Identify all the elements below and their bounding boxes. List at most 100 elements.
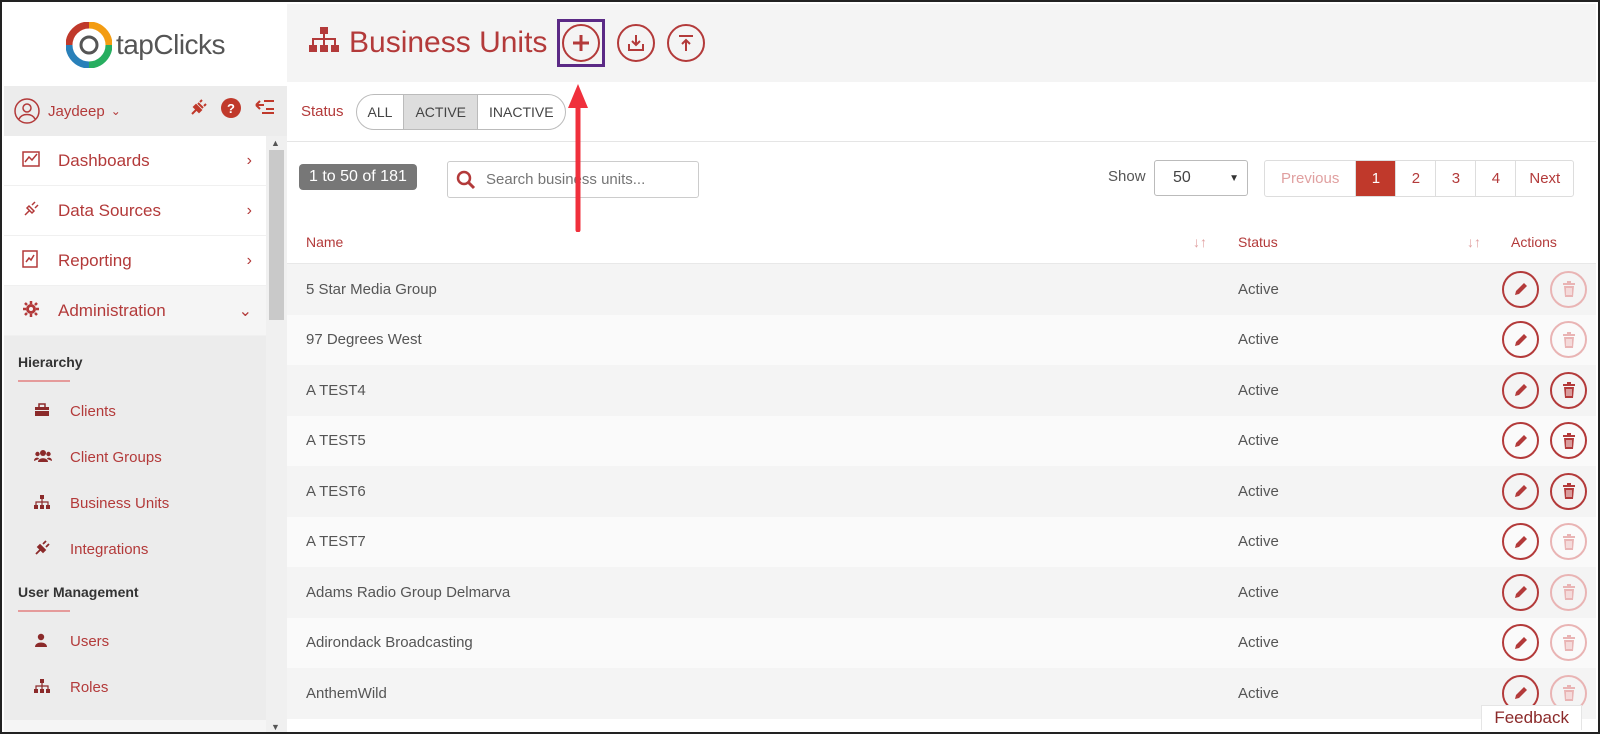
nav-item-dashboards[interactable]: Dashboards › [4,136,266,186]
chevron-right-icon: › [246,151,252,169]
pagination: Previous 1 2 3 4 Next [1264,160,1575,197]
cell-name: A TEST7 [306,533,366,551]
trash-icon [1562,685,1575,702]
page-title: Business Units [349,26,548,59]
cell-status: Active [1238,583,1279,601]
scroll-down-icon[interactable]: ▼ [271,722,280,732]
chevron-right-icon: › [246,201,252,219]
delete-button[interactable] [1550,422,1587,460]
column-header-name[interactable]: Name [306,234,343,250]
edit-button[interactable] [1502,472,1539,510]
edit-button[interactable] [1502,371,1539,409]
sort-icon[interactable]: ↓↑ [1467,234,1481,250]
delete-button[interactable] [1550,270,1587,308]
cell-name: Adams Radio Group Delmarva [306,583,511,601]
column-header-status[interactable]: Status [1238,234,1278,250]
status-filter-bar: Status ALL ACTIVE INACTIVE [287,82,1596,142]
cell-name: A TEST5 [306,432,366,450]
sidebar-item-business-units[interactable]: Business Units [4,480,266,526]
sidebar-item-roles[interactable]: Roles [4,664,266,710]
page-header: Business Units [287,4,1596,82]
scroll-thumb[interactable] [269,150,284,320]
gear-icon [22,300,44,322]
user-management-heading: User Management [18,584,139,600]
import-button[interactable] [617,24,656,62]
scroll-up-icon[interactable]: ▲ [271,138,280,148]
user-name[interactable]: Jaydeep [48,103,105,120]
cell-name: 5 Star Media Group [306,280,437,298]
feedback-button[interactable]: Feedback [1481,705,1582,730]
users-icon [34,449,54,466]
delete-button[interactable] [1550,523,1587,561]
user-avatar-icon[interactable] [14,98,40,124]
cell-name: AnthemWild [306,684,387,702]
user-icon [34,633,54,650]
nav-item-administration[interactable]: Administration ⌄ [4,286,266,336]
record-count-badge: 1 to 50 of 181 [299,164,417,190]
sidebar-item-integrations[interactable]: Integrations [4,526,266,572]
nav-item-reporting[interactable]: Reporting › [4,236,266,286]
previous-page-button[interactable]: Previous [1265,161,1357,196]
user-bar: Jaydeep ⌄ ? [4,86,287,136]
status-option-all[interactable]: ALL [357,94,405,129]
sidebar-item-users[interactable]: Users [4,618,266,664]
trash-icon [1562,533,1575,550]
delete-button[interactable] [1550,321,1587,359]
page-button-3[interactable]: 3 [1436,161,1477,196]
cell-name: A TEST4 [306,381,366,399]
status-option-inactive[interactable]: INACTIVE [478,95,565,129]
sidebar-item-client-groups[interactable]: Client Groups [4,434,266,480]
download-icon [628,35,645,51]
table-row: A TEST5 Active [287,415,1596,466]
edit-button[interactable] [1502,321,1539,359]
edit-button[interactable] [1502,270,1539,308]
trash-icon [1562,331,1575,348]
trash-icon [1562,432,1575,449]
delete-button[interactable] [1550,472,1587,510]
upload-icon [679,35,694,51]
chevron-down-icon[interactable]: ⌄ [111,104,121,118]
chevron-right-icon: › [246,251,252,269]
pencil-icon [1514,283,1527,296]
sidebar: tapClicks Jaydeep ⌄ ? Dashboards › Data … [4,4,287,732]
pencil-icon [1514,535,1527,548]
sort-icon[interactable]: ↓↑ [1193,234,1207,250]
hierarchy-heading: Hierarchy [18,354,83,370]
nav-item-data-sources[interactable]: Data Sources › [4,186,266,236]
collapse-menu-icon[interactable] [255,99,275,117]
page-button-4[interactable]: 4 [1476,161,1517,196]
sidebar-item-clients[interactable]: Clients [4,388,266,434]
sidebar-scrollbar[interactable]: ▲ ▼ [266,136,287,732]
add-button-highlight [557,19,606,67]
plug-icon[interactable] [189,99,207,117]
edit-button[interactable] [1502,573,1539,611]
table-row: 97 Degrees West Active [287,314,1596,365]
export-button[interactable] [667,24,706,62]
page-button-1[interactable]: 1 [1356,161,1397,196]
next-page-button[interactable]: Next [1516,161,1573,196]
page-button-2[interactable]: 2 [1396,161,1437,196]
add-business-unit-button[interactable] [562,24,601,62]
delete-button[interactable] [1550,371,1587,409]
pencil-icon [1514,586,1527,599]
plug-icon [34,539,54,559]
chevron-down-icon: ⌄ [238,302,252,320]
edit-button[interactable] [1502,624,1539,662]
cell-name: Adirondack Broadcasting [306,634,473,652]
page-size-select[interactable]: 50 ▼ [1154,160,1248,196]
trash-icon [1562,584,1575,601]
nav-menu: Dashboards › Data Sources › Reporting › [4,136,266,732]
cell-name: 97 Degrees West [306,331,422,349]
cell-status: Active [1238,482,1279,500]
delete-button[interactable] [1550,573,1587,611]
help-icon[interactable]: ? [221,98,241,118]
status-option-active[interactable]: ACTIVE [404,94,479,129]
trash-icon [1562,634,1575,651]
trash-icon [1562,483,1575,500]
brand-logo[interactable]: tapClicks [4,4,287,86]
trash-icon [1562,382,1575,399]
edit-button[interactable] [1502,422,1539,460]
edit-button[interactable] [1502,523,1539,561]
delete-button[interactable] [1550,624,1587,662]
pencil-icon [1514,384,1527,397]
